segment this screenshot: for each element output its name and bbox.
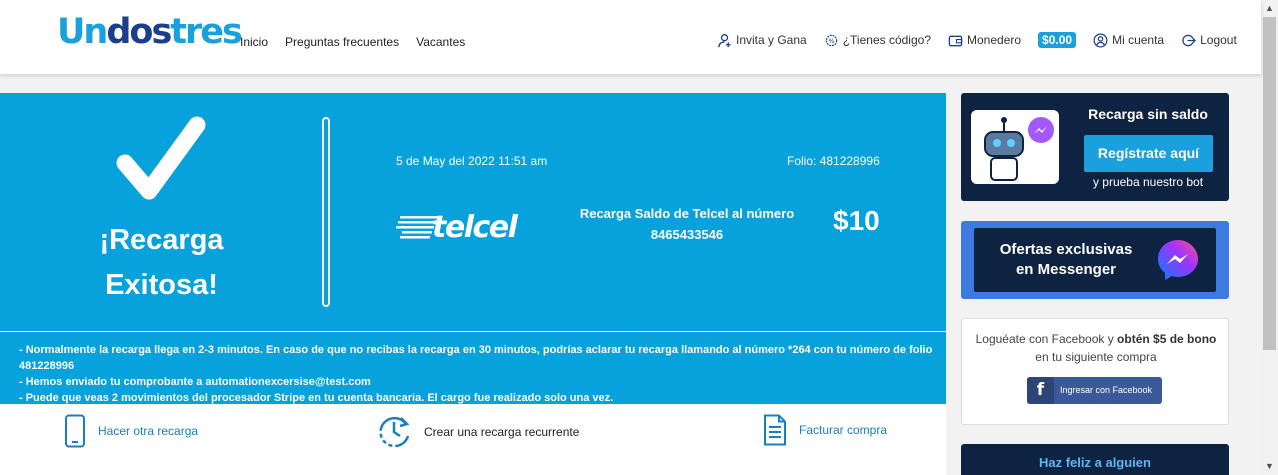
divider-vertical xyxy=(322,117,330,307)
register-button[interactable]: Regístrate aquí xyxy=(1084,135,1213,172)
site-header: Undostres Inicio Preguntas frecuentes Va… xyxy=(0,0,1261,74)
offers-line1: Ofertas exclusivas xyxy=(999,241,1133,258)
facebook-login-button[interactable]: f Ingresar con Facebook xyxy=(1027,377,1162,404)
receipt-date: 5 de May del 2022 11:51 am xyxy=(396,154,548,168)
logout-label: Logout xyxy=(1200,33,1237,47)
logo[interactable]: Undostres xyxy=(57,12,243,52)
facebook-promo-pre: Loguéate con Facebook y xyxy=(975,332,1118,346)
clock-refresh-icon xyxy=(379,416,410,448)
logo-part-tres: tres xyxy=(170,12,243,52)
svg-text:telcel: telcel xyxy=(432,210,519,244)
success-title: ¡Recarga Exitosa! xyxy=(60,218,263,308)
wallet-icon xyxy=(948,33,963,48)
facebook-login-label: Ingresar con Facebook xyxy=(1060,385,1153,395)
new-recharge-link[interactable]: Hacer otra recarga xyxy=(64,414,198,448)
receipt-notes: - Normalmente la recarga llega en 2-3 mi… xyxy=(19,342,939,406)
offers-text: Ofertas exclusivas en Messenger xyxy=(986,240,1146,280)
facebook-promo-bonus: obtén $5 de bono xyxy=(1117,332,1217,346)
phone-icon xyxy=(65,414,85,448)
success-title-line1: ¡Recarga xyxy=(99,224,224,256)
bot-card-title: Recarga sin saldo xyxy=(1088,106,1208,122)
messenger-icon xyxy=(1158,240,1198,280)
invoice-label: Facturar compra xyxy=(799,423,888,437)
offers-line2: en Messenger xyxy=(1015,261,1117,278)
new-recharge-label: Hacer otra recarga xyxy=(98,424,199,438)
scroll-down-arrow-icon[interactable]: ▼ xyxy=(1261,458,1278,475)
wallet-link[interactable]: Monedero xyxy=(948,33,1021,48)
wallet-balance-badge[interactable]: $0.00 xyxy=(1038,32,1077,48)
recharge-receipt: ¡Recarga Exitosa! 5 de May del 2022 11:5… xyxy=(0,93,946,404)
receipt-actions: Hacer otra recarga Crear una recarga rec… xyxy=(0,404,946,475)
note-item: - Normalmente la recarga llega en 2-3 mi… xyxy=(19,344,933,372)
messenger-offers-card[interactable]: Ofertas exclusivas en Messenger xyxy=(961,221,1229,299)
telcel-logo: telcel xyxy=(396,210,520,244)
scrollbar[interactable]: ▲ ▼ xyxy=(1261,0,1278,475)
nav-vacantes[interactable]: Vacantes xyxy=(416,35,465,49)
recharge-description-text: Recarga Saldo de Telcel al número xyxy=(579,206,795,221)
checkmark-icon xyxy=(116,116,206,200)
success-title-line2: Exitosa! xyxy=(105,269,218,301)
nav-preguntas-frecuentes[interactable]: Preguntas frecuentes xyxy=(285,35,399,49)
facebook-icon: f xyxy=(1027,377,1054,404)
wallet-label: Monedero xyxy=(967,33,1022,47)
logout-link[interactable]: Logout xyxy=(1181,33,1237,48)
scrollbar-thumb[interactable] xyxy=(1263,17,1276,350)
nav-inicio[interactable]: Inicio xyxy=(240,35,268,49)
facebook-login-card: Loguéate con Facebook y obtén $5 de bono… xyxy=(961,318,1229,425)
recurring-recharge-label: Crear una recarga recurrente xyxy=(424,425,580,439)
code-label: ¿Tienes código? xyxy=(842,33,931,47)
logout-icon xyxy=(1181,33,1197,48)
page: Undostres Inicio Preguntas frecuentes Va… xyxy=(0,0,1278,475)
svg-text:%: % xyxy=(828,36,834,44)
gift-card[interactable]: Haz feliz a alguien xyxy=(961,444,1229,475)
invoice-link[interactable]: Facturar compra xyxy=(763,414,887,446)
recharge-amount: $10 xyxy=(833,205,880,236)
facebook-promo-post: en tu siguiente compra xyxy=(1035,350,1157,364)
gift-card-title: Haz feliz a alguien xyxy=(1039,455,1151,470)
note-item: - Hemos enviado tu comprobante a automat… xyxy=(19,376,371,388)
recharge-description: Recarga Saldo de Telcel al número 846543… xyxy=(574,203,800,245)
bot-promo-card: Recarga sin saldo Regístrate aquí y prue… xyxy=(961,93,1229,201)
divider-horizontal xyxy=(0,331,946,332)
robot-icon xyxy=(971,110,1059,184)
code-link[interactable]: % ¿Tienes código? xyxy=(824,33,931,48)
user-circle-icon xyxy=(1093,33,1108,48)
bot-card-subtitle: y prueba nuestro bot xyxy=(1092,175,1204,189)
logo-part-un: Un xyxy=(57,12,108,52)
phone-number: 8465433546 xyxy=(650,227,724,242)
invoice-icon xyxy=(764,414,786,446)
recurring-recharge-link[interactable]: Crear una recarga recurrente xyxy=(376,414,579,450)
account-label: Mi cuenta xyxy=(1112,33,1165,47)
user-nav: Invita y Gana % ¿Tienes código? Monedero… xyxy=(717,32,1254,48)
user-plus-icon xyxy=(717,33,732,48)
main-nav: Inicio Preguntas frecuentes Vacantes xyxy=(240,35,465,49)
messenger-offers-banner: Ofertas exclusivas en Messenger xyxy=(974,228,1216,292)
logo-part-dos: dos xyxy=(106,12,172,52)
invite-label: Invita y Gana xyxy=(736,33,807,47)
receipt-folio: Folio: 481228996 xyxy=(787,154,880,168)
coupon-icon: % xyxy=(824,33,839,48)
scroll-up-arrow-icon[interactable]: ▲ xyxy=(1261,0,1278,17)
facebook-promo-text: Loguéate con Facebook y obtén $5 de bono… xyxy=(970,330,1222,366)
invite-link[interactable]: Invita y Gana xyxy=(717,33,807,48)
account-link[interactable]: Mi cuenta xyxy=(1093,33,1164,48)
